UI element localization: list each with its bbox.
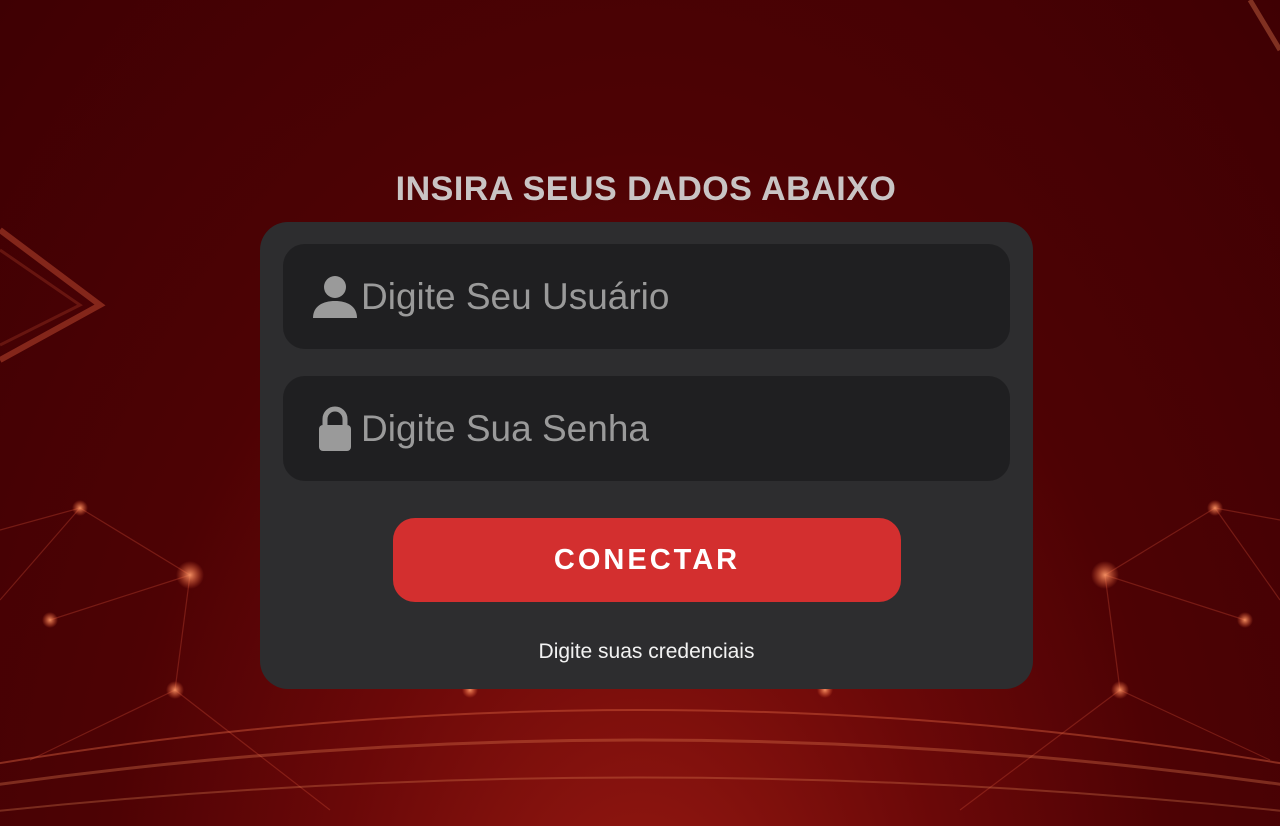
user-icon [313, 276, 357, 318]
page-title: INSIRA SEUS DADOS ABAIXO [395, 170, 897, 208]
username-input[interactable] [361, 244, 981, 349]
password-field[interactable] [283, 376, 1010, 481]
connect-button[interactable]: CONECTAR [393, 518, 901, 602]
credentials-hint: Digite suas credenciais [538, 640, 755, 663]
login-screen: INSIRA SEUS DADOS ABAIXO CONECTAR Digite… [0, 0, 1280, 826]
login-card: CONECTAR Digite suas credenciais [260, 222, 1033, 689]
username-field[interactable] [283, 244, 1010, 349]
lock-icon [319, 406, 351, 451]
password-input[interactable] [361, 376, 981, 481]
